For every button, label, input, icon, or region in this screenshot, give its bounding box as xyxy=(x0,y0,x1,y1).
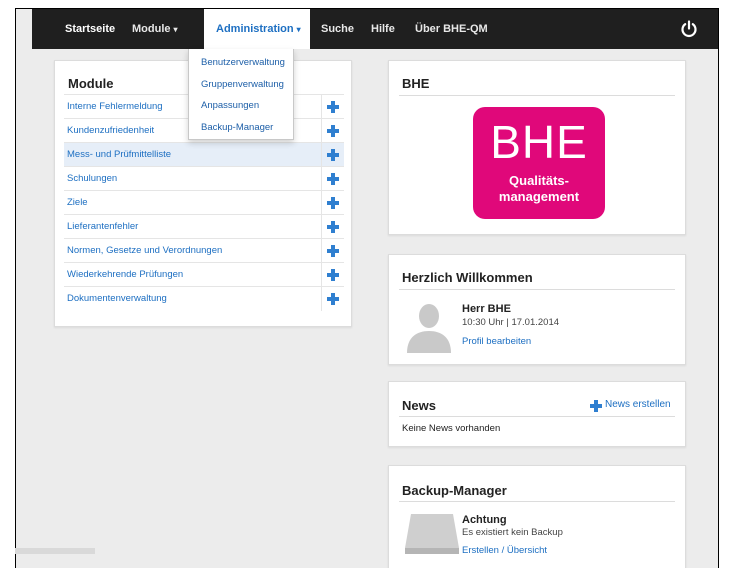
news-panel: News News erstellen Keine News vorhanden xyxy=(388,381,686,447)
add-module-button[interactable] xyxy=(321,143,344,167)
module-link[interactable]: Dokumentenverwaltung xyxy=(67,287,167,311)
backup-warning-text: Es existiert kein Backup xyxy=(462,527,563,538)
nav-ueber[interactable]: Über BHE-QM xyxy=(415,9,488,49)
plus-icon xyxy=(327,293,339,305)
user-name: Herr BHE xyxy=(462,303,511,315)
bhe-panel: BHE BHE Qualitäts- management xyxy=(388,60,686,235)
module-row[interactable]: Normen, Gesetze und Verordnungen xyxy=(64,238,344,263)
module-link[interactable]: Normen, Gesetze und Verordnungen xyxy=(67,239,222,263)
add-module-button[interactable] xyxy=(321,263,344,287)
storage-drive-icon xyxy=(405,514,459,554)
divider xyxy=(399,501,675,502)
plus-icon xyxy=(327,125,339,137)
caret-down-icon: ▾ xyxy=(296,25,301,34)
menu-item-benutzerverwaltung[interactable]: Benutzerverwaltung xyxy=(189,52,293,74)
module-row[interactable]: Ziele xyxy=(64,190,344,215)
administration-dropdown: Benutzerverwaltung Gruppenverwaltung Anp… xyxy=(188,49,294,140)
divider xyxy=(399,289,675,290)
plus-icon xyxy=(327,245,339,257)
caret-down-icon: ▾ xyxy=(173,25,178,34)
nav-suche[interactable]: Suche xyxy=(321,9,354,49)
login-time: 10:30 Uhr | 17.01.2014 xyxy=(462,317,560,328)
module-row[interactable]: Lieferantenfehler xyxy=(64,214,344,239)
nav-module[interactable]: Module ▾ xyxy=(132,9,178,49)
menu-item-backup-manager[interactable]: Backup-Manager xyxy=(189,117,293,139)
backup-create-link[interactable]: Erstellen / Übersicht xyxy=(462,545,547,556)
user-avatar-icon xyxy=(407,304,451,353)
power-icon[interactable] xyxy=(680,20,698,38)
plus-icon xyxy=(327,221,339,233)
app-window: Startseite Module ▾ Administration ▾ Suche… xyxy=(15,8,719,568)
module-row[interactable]: Mess- und Prüfmittelliste xyxy=(64,142,344,167)
divider xyxy=(399,416,675,417)
module-link[interactable]: Lieferantenfehler xyxy=(67,215,138,239)
module-row[interactable]: Wiederkehrende Prüfungen xyxy=(64,262,344,287)
module-link[interactable]: Kundenzufriedenheit xyxy=(67,119,154,143)
add-module-button[interactable] xyxy=(321,119,344,143)
news-create-button[interactable]: News erstellen xyxy=(590,399,671,412)
plus-icon xyxy=(327,149,339,161)
welcome-panel-title: Herzlich Willkommen xyxy=(402,270,533,285)
backup-warning-title: Achtung xyxy=(462,514,507,526)
menu-item-gruppenverwaltung[interactable]: Gruppenverwaltung xyxy=(189,74,293,96)
nav-administration[interactable]: Administration ▾ xyxy=(204,9,310,49)
logo-text: BHE xyxy=(490,116,588,168)
profile-edit-link[interactable]: Profil bearbeiten xyxy=(462,336,531,347)
module-link[interactable]: Mess- und Prüfmittelliste xyxy=(67,143,171,167)
plus-icon xyxy=(327,173,339,185)
plus-icon xyxy=(590,400,602,412)
news-panel-title: News xyxy=(402,398,436,413)
add-module-button[interactable] xyxy=(321,95,344,119)
backup-panel-title: Backup-Manager xyxy=(402,483,507,498)
add-module-button[interactable] xyxy=(321,167,344,191)
module-link[interactable]: Interne Fehlermeldung xyxy=(67,95,163,119)
plus-icon xyxy=(327,197,339,209)
module-link[interactable]: Schulungen xyxy=(67,167,117,191)
horizontal-scrollbar[interactable] xyxy=(15,548,95,554)
logo-subtitle: Qualitäts- management xyxy=(498,173,580,204)
add-module-button[interactable] xyxy=(321,287,344,311)
module-link[interactable]: Ziele xyxy=(67,191,88,215)
plus-icon xyxy=(327,101,339,113)
module-row[interactable]: Dokumentenverwaltung xyxy=(64,286,344,311)
module-row[interactable]: Schulungen xyxy=(64,166,344,191)
news-empty-text: Keine News vorhanden xyxy=(402,423,501,434)
backup-panel: Backup-Manager Achtung Es existiert kein… xyxy=(388,465,686,568)
nav-startseite[interactable]: Startseite xyxy=(65,9,115,49)
menu-item-anpassungen[interactable]: Anpassungen xyxy=(189,95,293,117)
bhe-logo: BHE Qualitäts- management xyxy=(473,107,605,219)
module-panel-title: Module xyxy=(68,76,114,91)
add-module-button[interactable] xyxy=(321,191,344,215)
top-navbar: Startseite Module ▾ Administration ▾ Suche… xyxy=(32,9,718,49)
module-link[interactable]: Wiederkehrende Prüfungen xyxy=(67,263,183,287)
bhe-panel-title: BHE xyxy=(402,76,430,91)
plus-icon xyxy=(327,269,339,281)
nav-hilfe[interactable]: Hilfe xyxy=(371,9,395,49)
welcome-panel: Herzlich Willkommen Herr BHE 10:30 Uhr |… xyxy=(388,254,686,365)
add-module-button[interactable] xyxy=(321,215,344,239)
add-module-button[interactable] xyxy=(321,239,344,263)
divider xyxy=(399,95,675,96)
